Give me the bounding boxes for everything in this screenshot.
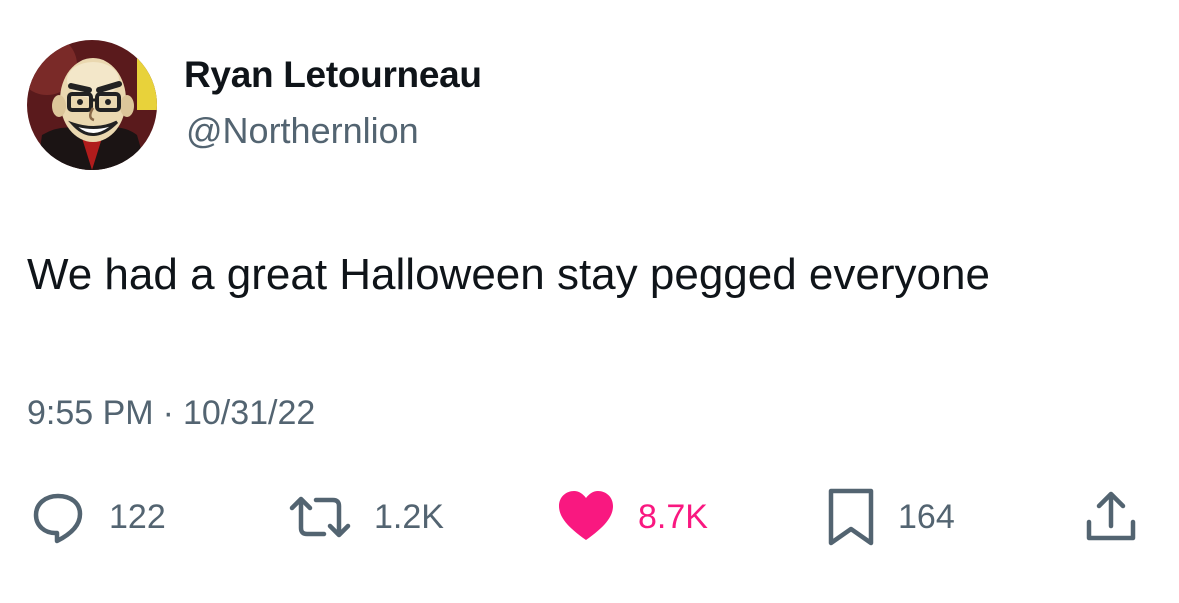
tweet-text: We had a great Halloween stay pegged eve… <box>27 250 990 299</box>
heart-icon <box>556 488 616 546</box>
share-icon <box>1083 488 1139 546</box>
tweet-date: 10/31/22 <box>182 394 316 432</box>
tweet-timestamp[interactable]: 9:55 PM · 10/31/22 <box>27 394 315 433</box>
retweet-icon <box>288 488 352 546</box>
bookmark-icon <box>826 487 876 547</box>
tweet-card: Ryan Letourneau @Northernlion We had a g… <box>0 0 1179 603</box>
like-button[interactable]: 8.7K <box>556 485 708 549</box>
author-handle[interactable]: @Northernlion <box>186 110 419 152</box>
action-bar: 122 1.2K 8.7K 164 <box>0 485 1179 549</box>
avatar-image <box>27 40 157 170</box>
avatar[interactable] <box>27 40 157 170</box>
reply-count: 122 <box>109 497 166 536</box>
tweet-time: 9:55 PM <box>27 394 154 432</box>
share-button[interactable] <box>1083 485 1139 549</box>
author-name[interactable]: Ryan Letourneau <box>184 54 482 96</box>
retweet-button[interactable]: 1.2K <box>288 485 444 549</box>
bookmark-count: 164 <box>898 497 955 536</box>
bookmark-button[interactable]: 164 <box>826 485 955 549</box>
like-count: 8.7K <box>638 497 708 536</box>
reply-button[interactable]: 122 <box>29 485 166 549</box>
reply-bubble-icon <box>29 488 87 546</box>
meta-separator: · <box>162 394 174 432</box>
retweet-count: 1.2K <box>374 497 444 536</box>
